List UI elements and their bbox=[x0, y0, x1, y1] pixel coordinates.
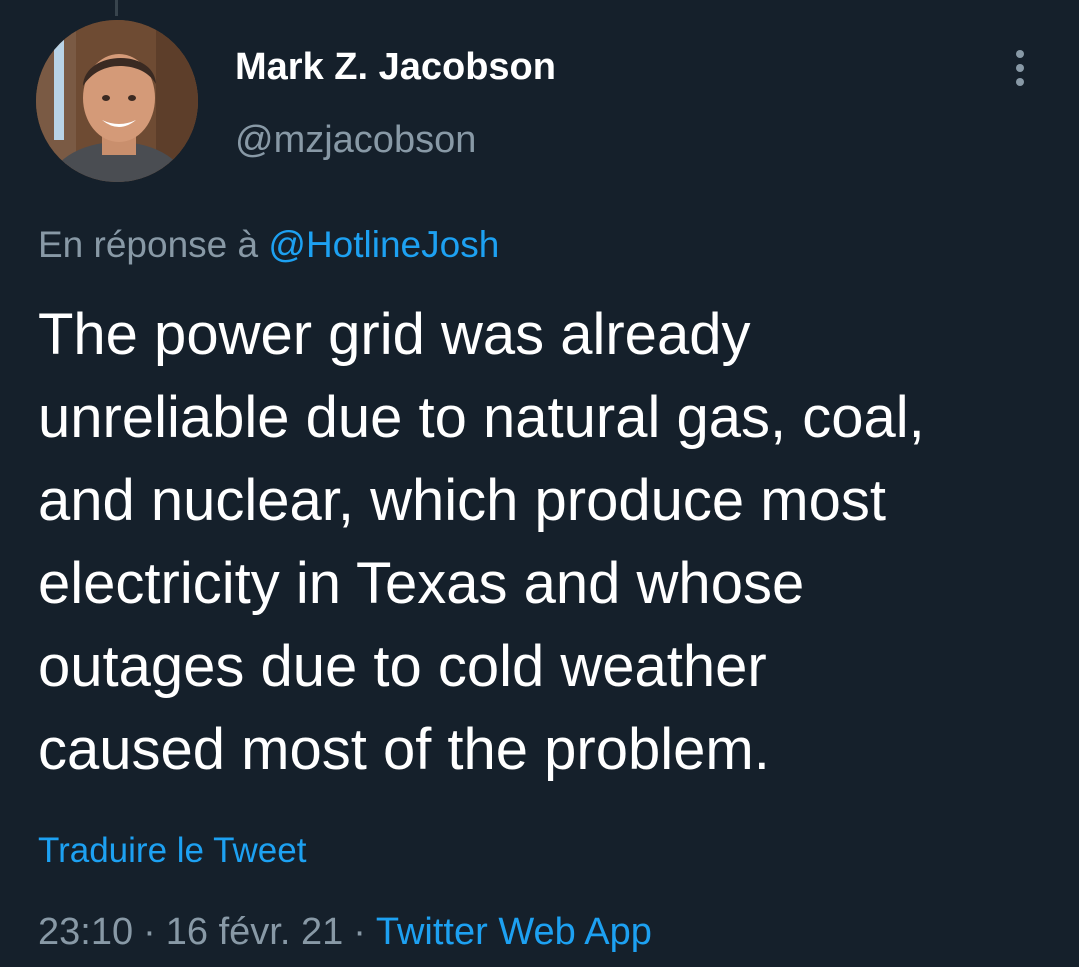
more-vertical-icon bbox=[1016, 50, 1024, 58]
tweet-date[interactable]: 16 févr. 21 bbox=[166, 911, 343, 953]
tweet-meta: 23:10 · 16 févr. 21 · Twitter Web App bbox=[38, 909, 652, 955]
avatar[interactable] bbox=[36, 20, 198, 182]
meta-separator: · bbox=[353, 911, 366, 953]
author-name[interactable]: Mark Z. Jacobson bbox=[235, 44, 556, 90]
thread-connector-line bbox=[115, 0, 118, 16]
meta-separator: · bbox=[143, 911, 156, 953]
reply-mention-link[interactable]: @HotlineJosh bbox=[268, 224, 499, 265]
reply-context: En réponse à @HotlineJosh bbox=[38, 222, 499, 268]
more-vertical-icon bbox=[1016, 64, 1024, 72]
avatar-image bbox=[36, 20, 198, 182]
tweet-text: The power grid was already unreliable du… bbox=[38, 302, 925, 782]
more-vertical-icon bbox=[1016, 78, 1024, 86]
reply-context-prefix: En réponse à bbox=[38, 224, 259, 265]
tweet-time[interactable]: 23:10 bbox=[38, 911, 133, 953]
more-options-button[interactable] bbox=[1002, 44, 1038, 92]
author-handle[interactable]: @mzjacobson bbox=[235, 117, 476, 163]
tweet-source-link[interactable]: Twitter Web App bbox=[376, 911, 652, 953]
translate-tweet-link[interactable]: Traduire le Tweet bbox=[38, 829, 306, 873]
